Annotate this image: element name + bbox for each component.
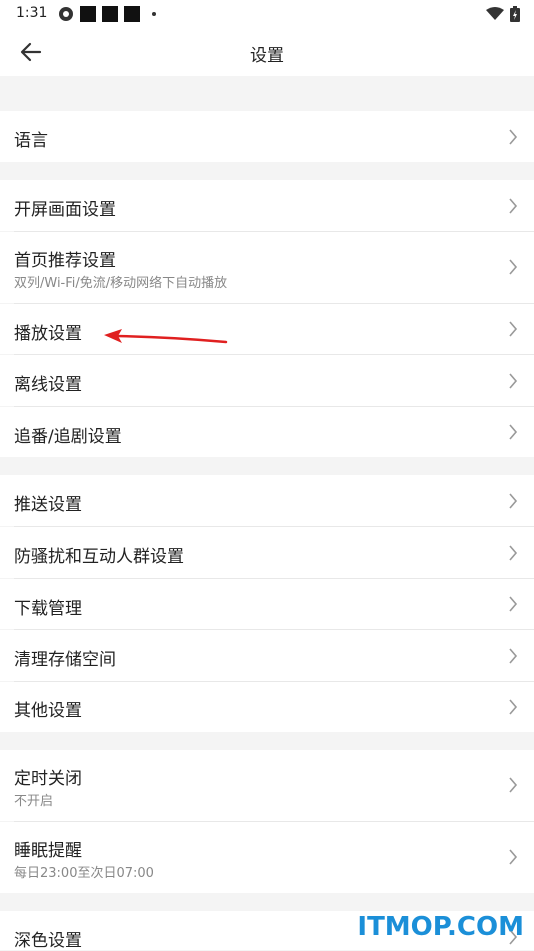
chevron-right-icon (509, 259, 518, 275)
chevron-right-icon (509, 493, 518, 509)
settings-item-anti-harass[interactable]: 防骚扰和互动人群设置 (0, 527, 534, 578)
more-notifications-icon (152, 12, 156, 16)
item-label: 定时关闭 (14, 769, 82, 789)
chevron-right-icon (509, 596, 518, 612)
item-label: 深色设置 (14, 931, 82, 951)
settings-item-offline[interactable]: 离线设置 (0, 355, 534, 406)
annotation-arrow-icon (104, 329, 228, 344)
notification-icon (80, 6, 96, 22)
settings-item-playback[interactable]: 播放设置 (0, 304, 534, 354)
chevron-right-icon (509, 699, 518, 715)
item-label: 追番/追剧设置 (14, 427, 122, 447)
status-bar: 1:31 (0, 0, 534, 28)
chevron-right-icon (509, 849, 518, 865)
settings-item-downloads[interactable]: 下载管理 (0, 579, 534, 629)
chevron-right-icon (509, 129, 518, 145)
chevron-right-icon (509, 321, 518, 337)
settings-item-home-recommend[interactable]: 首页推荐设置 双列/Wi-Fi/免流/移动网络下自动播放 (0, 232, 534, 303)
settings-item-follow[interactable]: 追番/追剧设置 (0, 407, 534, 457)
settings-item-push[interactable]: 推送设置 (0, 475, 534, 526)
app-header: 设置 (0, 28, 534, 76)
chevron-right-icon (509, 424, 518, 440)
item-subtitle: 不开启 (14, 794, 54, 809)
settings-item-timer-off[interactable]: 定时关闭 不开启 (0, 750, 534, 821)
item-label: 防骚扰和互动人群设置 (14, 547, 184, 567)
item-label: 睡眠提醒 (14, 841, 82, 861)
item-label: 播放设置 (14, 324, 82, 344)
notification-icon (102, 6, 118, 22)
battery-icon (510, 6, 520, 22)
item-label: 下载管理 (14, 599, 82, 619)
chevron-right-icon (509, 198, 518, 214)
item-label: 离线设置 (14, 375, 82, 395)
settings-item-sleep-reminder[interactable]: 睡眠提醒 每日23:00至次日07:00 (0, 822, 534, 893)
chevron-right-icon (509, 648, 518, 664)
item-subtitle: 双列/Wi-Fi/免流/移动网络下自动播放 (14, 276, 228, 291)
settings-item-other[interactable]: 其他设置 (0, 682, 534, 732)
item-subtitle: 每日23:00至次日07:00 (14, 866, 154, 881)
item-label: 首页推荐设置 (14, 251, 116, 271)
item-label: 语言 (14, 131, 48, 151)
settings-item-storage[interactable]: 清理存储空间 (0, 630, 534, 681)
item-label: 其他设置 (14, 701, 82, 721)
wifi-icon (486, 7, 504, 20)
settings-notification-icon (59, 7, 73, 21)
page-title: 设置 (250, 46, 284, 66)
status-time: 1:31 (16, 5, 48, 21)
chevron-right-icon (509, 545, 518, 561)
item-label: 推送设置 (14, 495, 82, 515)
status-notification-icons (58, 6, 156, 22)
chevron-right-icon (509, 373, 518, 389)
item-label: 清理存储空间 (14, 650, 116, 670)
settings-item-language[interactable]: 语言 (0, 111, 534, 162)
notification-icon (124, 6, 140, 22)
item-label: 开屏画面设置 (14, 200, 116, 220)
chevron-right-icon (509, 777, 518, 793)
watermark-logo: ITMOP.COM (357, 912, 524, 942)
settings-item-splash[interactable]: 开屏画面设置 (0, 180, 534, 231)
status-system-icons (486, 6, 520, 22)
